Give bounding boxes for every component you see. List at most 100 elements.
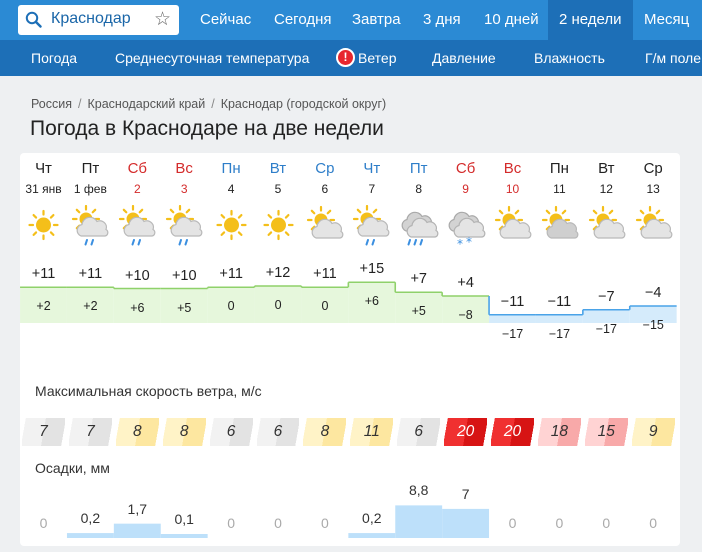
subnav-avg-temperature[interactable]: Среднесуточная температура [115,40,309,76]
subnav-humidity[interactable]: Влажность [534,40,605,76]
day-date: 12 [599,182,613,196]
sun-cloud-rain-icon [114,204,161,251]
cloud-rain-icon [395,205,442,251]
subnav-geomagnetic[interactable]: Г/м поле [645,40,701,76]
wind-tile: 8 [162,418,206,446]
precip-label: 7 [461,485,470,502]
temp-min-label: +2 [83,299,98,314]
subnav-wind[interactable]: Ветер [358,40,397,76]
breadcrumb-city[interactable]: Краснодар (городской округ) [221,97,386,111]
day-date: 10 [505,182,520,196]
top-navigation: Краснодар ☆ Сейчас Сегодня Завтра 3 дня … [0,0,702,40]
precip-label: 0 [274,515,282,531]
temp-max-label: +10 [125,267,150,284]
precip-label: 0 [39,515,48,531]
wind-tile: 6 [397,418,441,446]
temp-max-label: +7 [410,271,428,288]
day-date: 1 фев [73,182,107,196]
cloud-snow-icon: * * [442,205,489,251]
wind-tile: 7 [68,418,112,446]
precip-label: 0,1 [174,511,194,527]
search-icon [25,11,42,28]
temp-min-label: +2 [36,299,51,314]
favorite-star-icon[interactable]: ☆ [154,8,171,31]
wind-tile: 20 [444,418,488,446]
svg-text:*: * [466,235,472,249]
day-name: Вт [598,160,615,177]
day-name: Пн [221,160,241,177]
precip-bar [395,505,443,538]
wind-tile: 18 [537,418,581,446]
sun-cloud-icon [489,205,536,251]
temp-max-label: −11 [547,293,572,310]
temp-max-label: +4 [457,275,474,291]
day-name: Вс [175,160,193,177]
wind-tile: 9 [631,418,675,446]
wind-tile: 6 [256,418,300,446]
svg-text:*: * [457,237,463,251]
breadcrumb-country[interactable]: Россия [31,97,72,111]
nav-3-days[interactable]: 3 дня [423,0,461,40]
sun-icon [20,205,67,251]
day-name: Пт [409,160,428,177]
subnav-pressure[interactable]: Давление [432,40,496,76]
wind-tile: 20 [491,418,534,446]
wind-tile: 7 [22,418,65,446]
precip-label: 0 [227,515,235,531]
day-name: Ср [315,160,335,177]
temp-min-label: +6 [130,300,145,315]
temp-max-label: +11 [78,266,103,283]
precip-label: 1,7 [127,500,148,517]
day-name: Сб [455,160,476,177]
day-name: Вс [503,160,522,177]
wind-tile: 8 [115,418,159,446]
city-search[interactable]: Краснодар ☆ [18,5,179,35]
day-date: 5 [274,182,282,196]
precip-label: 0 [649,515,658,531]
temp-max-label: −11 [500,293,525,310]
nav-now[interactable]: Сейчас [200,0,251,40]
temp-min-label: +6 [364,294,379,309]
breadcrumb: Россия / Краснодарский край / Краснодар (гор… [31,97,387,111]
temp-max-label: +11 [219,266,243,283]
wind-tile: 11 [350,418,394,446]
nav-tomorrow[interactable]: Завтра [352,0,401,40]
temp-max-label: −4 [644,285,662,301]
precip-label: 0 [508,515,517,531]
temp-max-label: +12 [265,265,291,281]
nav-month[interactable]: Месяц [644,0,689,40]
temp-min-label: −8 [458,308,473,322]
nav-10-days[interactable]: 10 дней [484,0,539,40]
temp-min-label: +5 [411,304,426,319]
precip-label: 0,2 [80,510,101,527]
search-city-value[interactable]: Краснодар [51,10,131,28]
breadcrumb-region[interactable]: Краснодарский край [87,97,205,111]
sun-cloud-rain-icon [348,204,395,251]
subnav-weather[interactable]: Погода [31,40,77,76]
precip-bar [113,523,161,538]
day-date: 13 [646,182,660,196]
day-date: 3 [180,182,188,196]
forecast-card: Максимальная скорость ветра, м/с Осадки,… [20,153,680,546]
nav-today[interactable]: Сегодня [274,0,332,40]
temp-min-label: 0 [274,298,282,312]
sun-cloud-rain-icon [67,204,114,251]
wind-tile: 15 [584,418,628,446]
sun-cloud-icon [630,205,677,251]
sun-icon [208,205,255,251]
precip-bar [442,508,490,538]
temp-max-label: +11 [313,266,337,283]
warning-icon: ! [336,48,355,67]
temp-min-label: 0 [227,299,235,314]
sun-cloud-icon [301,205,348,251]
precip-bar [348,533,396,538]
day-date: 7 [368,182,376,196]
precip-label: 8,8 [408,482,429,499]
day-name: Сб [127,160,148,177]
nav-2-weeks[interactable]: 2 недели [548,0,633,40]
page-title: Погода в Краснодаре на две недели [30,117,384,140]
precip-bar [66,533,114,538]
wind-tile: 8 [303,418,347,446]
day-name: Вт [269,160,287,177]
sun-icon [255,205,302,251]
